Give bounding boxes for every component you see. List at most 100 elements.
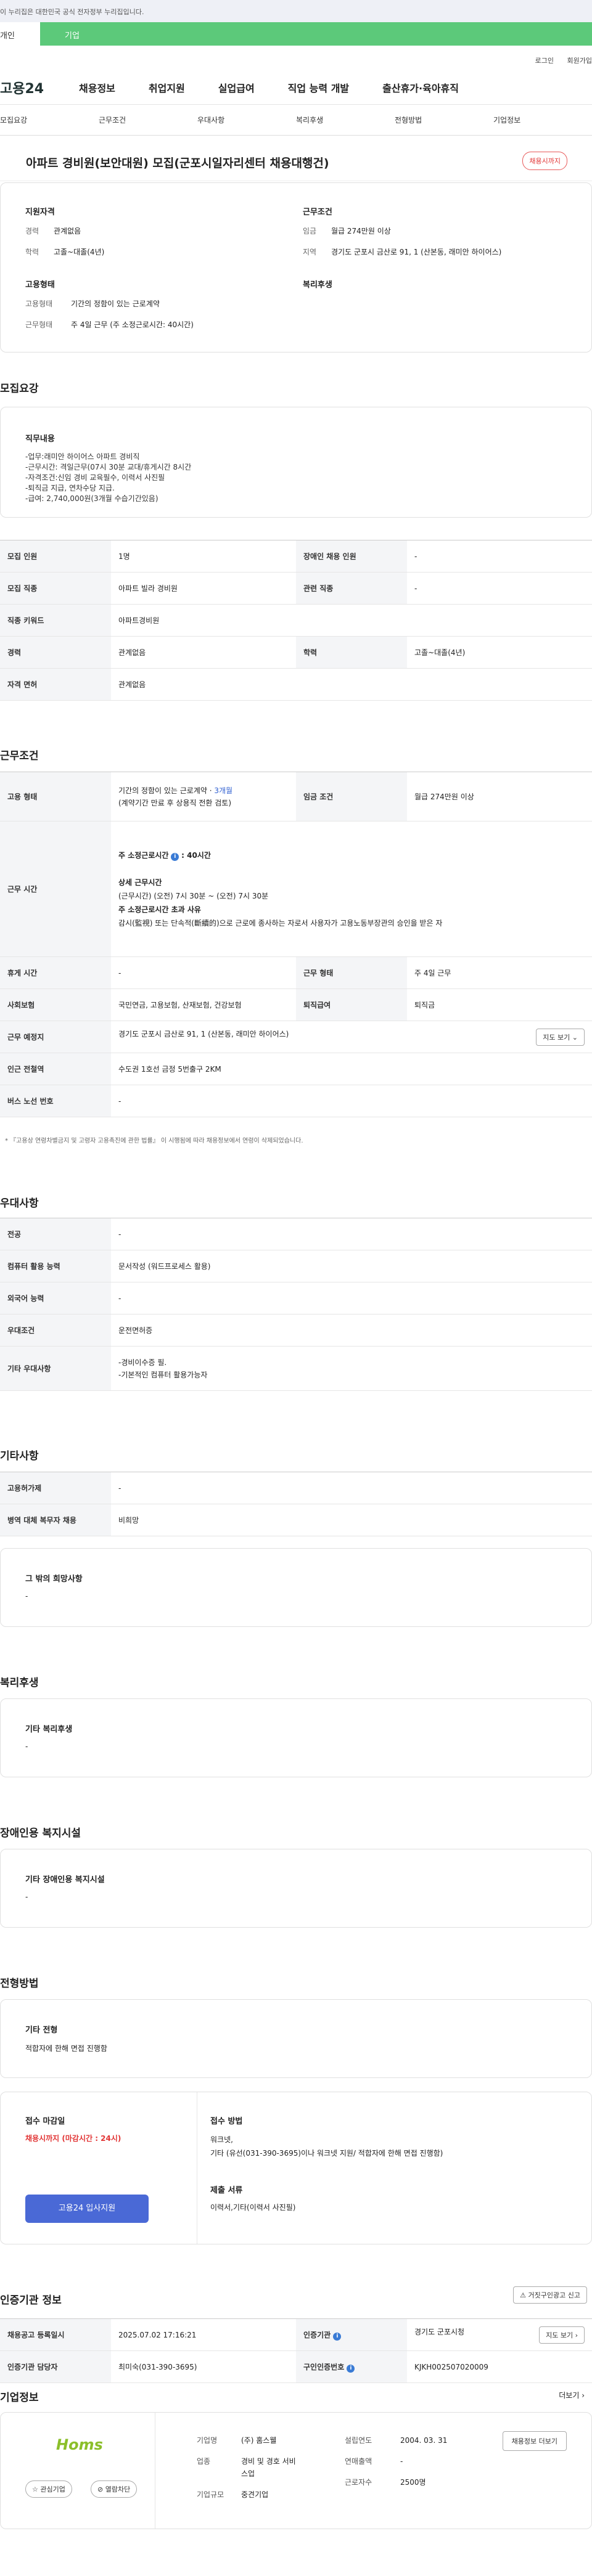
cell-label: 외국어 능력 — [0, 1282, 111, 1314]
industry-line: 스업 — [241, 2469, 255, 2478]
method-value: 워크넷, 기타 (유선(031-390-3695)이나 워크넷 지원/ 적합자에 … — [210, 2133, 443, 2160]
info-icon[interactable]: i — [333, 2332, 342, 2341]
subnav-process[interactable]: 전형방법 — [395, 115, 493, 125]
cell-value: 2025.07.02 17:16:21 — [111, 2318, 296, 2351]
qual-heading: 지원자격 — [25, 208, 55, 217]
edu-label: 학력 — [25, 248, 39, 256]
cell-value: 관계없음 — [111, 668, 592, 701]
info-icon[interactable]: i — [347, 2364, 355, 2373]
map-button[interactable]: 지도 보기 ⌄ — [536, 1028, 585, 1046]
cell-value: 퇴직금 — [407, 988, 592, 1021]
company-more-label: 더보기 — [559, 2391, 580, 2400]
cond-section-title: 근무조건 — [0, 750, 39, 762]
cell-value: 비희망 — [111, 1504, 592, 1536]
cell-label: 업종 — [197, 2457, 211, 2466]
cell-label: 퇴직급여 — [296, 988, 407, 1021]
block-label: 열람차단 — [105, 2485, 131, 2493]
recruit-table: 모집 인원 1명 장애인 채용 인원 - 모집 직종 아파트 빌라 경비원 관련 직종 - … — [0, 540, 592, 701]
apply-button[interactable]: 고용24 입사지원 — [25, 2195, 149, 2223]
block-icon: ⊘ — [97, 2485, 104, 2493]
industry-value: 경비 및 경호 서비 스업 — [241, 2455, 296, 2480]
company-jobs-button[interactable]: 채용정보 더보기 — [502, 2431, 567, 2451]
wage-value: 월급 274만원 이상 — [331, 227, 391, 235]
subnav-welfare[interactable]: 복리후생 — [296, 115, 395, 125]
cell-label: 인근 전철역 — [0, 1053, 111, 1085]
cell-label: 전공 — [0, 1218, 111, 1250]
hope-box: 그 밖의 희망사항 - — [0, 1548, 592, 1627]
nav-unemployment-benefit[interactable]: 실업급여 — [218, 80, 255, 95]
cell-label: 근무 시간 — [0, 821, 111, 957]
site-logo[interactable]: 고용24 — [0, 78, 79, 97]
cell-value: - — [111, 1085, 592, 1117]
cell-value: - — [111, 1218, 592, 1250]
deadline-title: 접수 마감일 — [25, 2117, 65, 2126]
cell-label: 고용허가제 — [0, 1472, 111, 1504]
hope-title: 그 밖의 희망사항 — [25, 1575, 83, 1584]
work-form-label: 근무형태 — [25, 320, 53, 329]
company-logo: Homs — [56, 2436, 112, 2464]
cell-value: - — [407, 540, 592, 573]
overtime-reason-value: 감시(監視) 또는 단속적(斷續的)으로 근로에 종사하는 자로서 사용자가 고… — [118, 918, 443, 927]
cell-label: 자격 면허 — [0, 668, 111, 701]
interest-button[interactable]: ☆ 관심기업 — [25, 2480, 72, 2498]
cell-label: 근무 예정지 — [0, 1021, 111, 1053]
job-summary: 지원자격 경력 관계없음 학력 고졸~대졸(4년) 근무조건 임금 월급 274만원 … — [0, 182, 592, 353]
age-law-note: * 『고용상 연령차별금지 및 고령자 고용촉진에 관한 법률』 이 시행됨에 … — [5, 1138, 303, 1144]
other-pref-cell: -경비이수증 필. -기본적인 컴퓨터 활용가능자 — [111, 1346, 592, 1391]
cell-label: 채용공고 등록일시 — [0, 2318, 111, 2351]
subnav-recruit[interactable]: 모집요강 — [0, 115, 99, 125]
duty-line: -퇴직금 지급, 연차수당 지급. — [25, 484, 115, 492]
login-link[interactable]: 로그인 — [535, 57, 554, 65]
report-button[interactable]: ⚠ 거짓구인광고 신고 — [513, 2286, 587, 2304]
weekly-hours-label: 주 소정근로시간 — [118, 850, 169, 860]
cell-label: 병역 대체 복무자 채용 — [0, 1504, 111, 1536]
company-info-right: 설립연도 2004. 03. 31 연매출액 - 근로자수 2500명 — [345, 2430, 468, 2493]
cell-value: 고졸~대졸(4년) — [407, 636, 592, 669]
career-label: 경력 — [25, 227, 39, 235]
method-title: 접수 방법 — [210, 2117, 243, 2126]
cell-value: KJKH002507020009 — [407, 2350, 592, 2383]
pref-table: 전공 - 컴퓨터 활용 능력 문서작성 (워드프로세스 활용) 외국어 능력 - 우대… — [0, 1218, 592, 1391]
cert-map-button[interactable]: 지도 보기 › — [539, 2326, 585, 2344]
cell-value: 2004. 03. 31 — [400, 2436, 448, 2445]
nav-parental-leave[interactable]: 출산휴가·육아휴직 — [382, 80, 459, 95]
pref-section-title: 우대사항 — [0, 1197, 39, 1210]
user-type-tabs: 개인 기업 — [0, 22, 592, 46]
chevron-down-icon: ⌄ — [572, 1033, 578, 1041]
cell-value: 아파트 빌라 경비원 — [111, 572, 296, 605]
cell-label: 버스 노선 번호 — [0, 1085, 111, 1117]
disab-section-title: 장애인용 복지시설 — [0, 1827, 81, 1840]
company-more-link[interactable]: 더보기 › — [559, 2390, 585, 2400]
subnav-company[interactable]: 기업정보 — [493, 115, 592, 125]
nav-jobs[interactable]: 채용정보 — [79, 80, 115, 95]
nav-training[interactable]: 직업 능력 개발 — [288, 80, 349, 95]
cell-label: 임금 조건 — [296, 772, 407, 821]
tab-personal[interactable]: 개인 — [0, 22, 40, 46]
emp-type-label: 고용형태 — [25, 300, 53, 308]
cell-value: - — [111, 1472, 592, 1504]
subnav-preferences[interactable]: 우대사항 — [197, 115, 296, 125]
subnav-conditions[interactable]: 근무조건 — [99, 115, 197, 125]
cert-org-value: 경기도 군포시청 — [414, 2327, 465, 2336]
hours-cell: 주 소정근로시간 i : 40시간 상세 근무시간 (근무시간) (오전) 7시… — [111, 821, 592, 957]
signup-link[interactable]: 회원가입 — [567, 57, 592, 65]
cell-value: 중견기업 — [241, 2490, 269, 2499]
etc-table: 고용허가제 - 병역 대체 복무자 채용 비희망 — [0, 1472, 592, 1536]
tab-company[interactable]: 기업 — [40, 22, 592, 46]
info-icon[interactable]: i — [171, 852, 179, 861]
duty-lines: -업무:래미안 하이어스 아파트 경비직 -근무시간: 격일근무(07시 30분… — [25, 452, 191, 504]
main-nav: 고용24 채용정보 취업지원 실업급여 직업 능력 개발 출산휴가·육아휴직 — [0, 70, 592, 105]
block-button[interactable]: ⊘ 열람차단 — [91, 2480, 138, 2498]
detail-hours-value: (근무시간) (오전) 7시 30분 ~ (오전) 7시 30분 — [118, 891, 269, 900]
etc-section-title: 기타사항 — [0, 1450, 39, 1462]
cell-label: 경력 — [0, 636, 111, 669]
process-box: 기타 전형 적합자에 한해 면접 진행함 — [0, 1999, 592, 2078]
cell-label: 인증기관 i — [296, 2318, 407, 2351]
report-icon: ⚠ — [520, 2291, 527, 2299]
welfare-section-title: 복리후생 — [0, 1677, 39, 1689]
utility-links: 로그인 회원가입 — [0, 46, 592, 70]
section-nav: 모집요강 근무조건 우대사항 복리후생 전형방법 기업정보 — [0, 105, 592, 136]
company-logo-text: Homs — [56, 2436, 103, 2453]
nav-employment-support[interactable]: 취업지원 — [149, 80, 185, 95]
cert-map-label: 지도 보기 — [546, 2331, 574, 2339]
